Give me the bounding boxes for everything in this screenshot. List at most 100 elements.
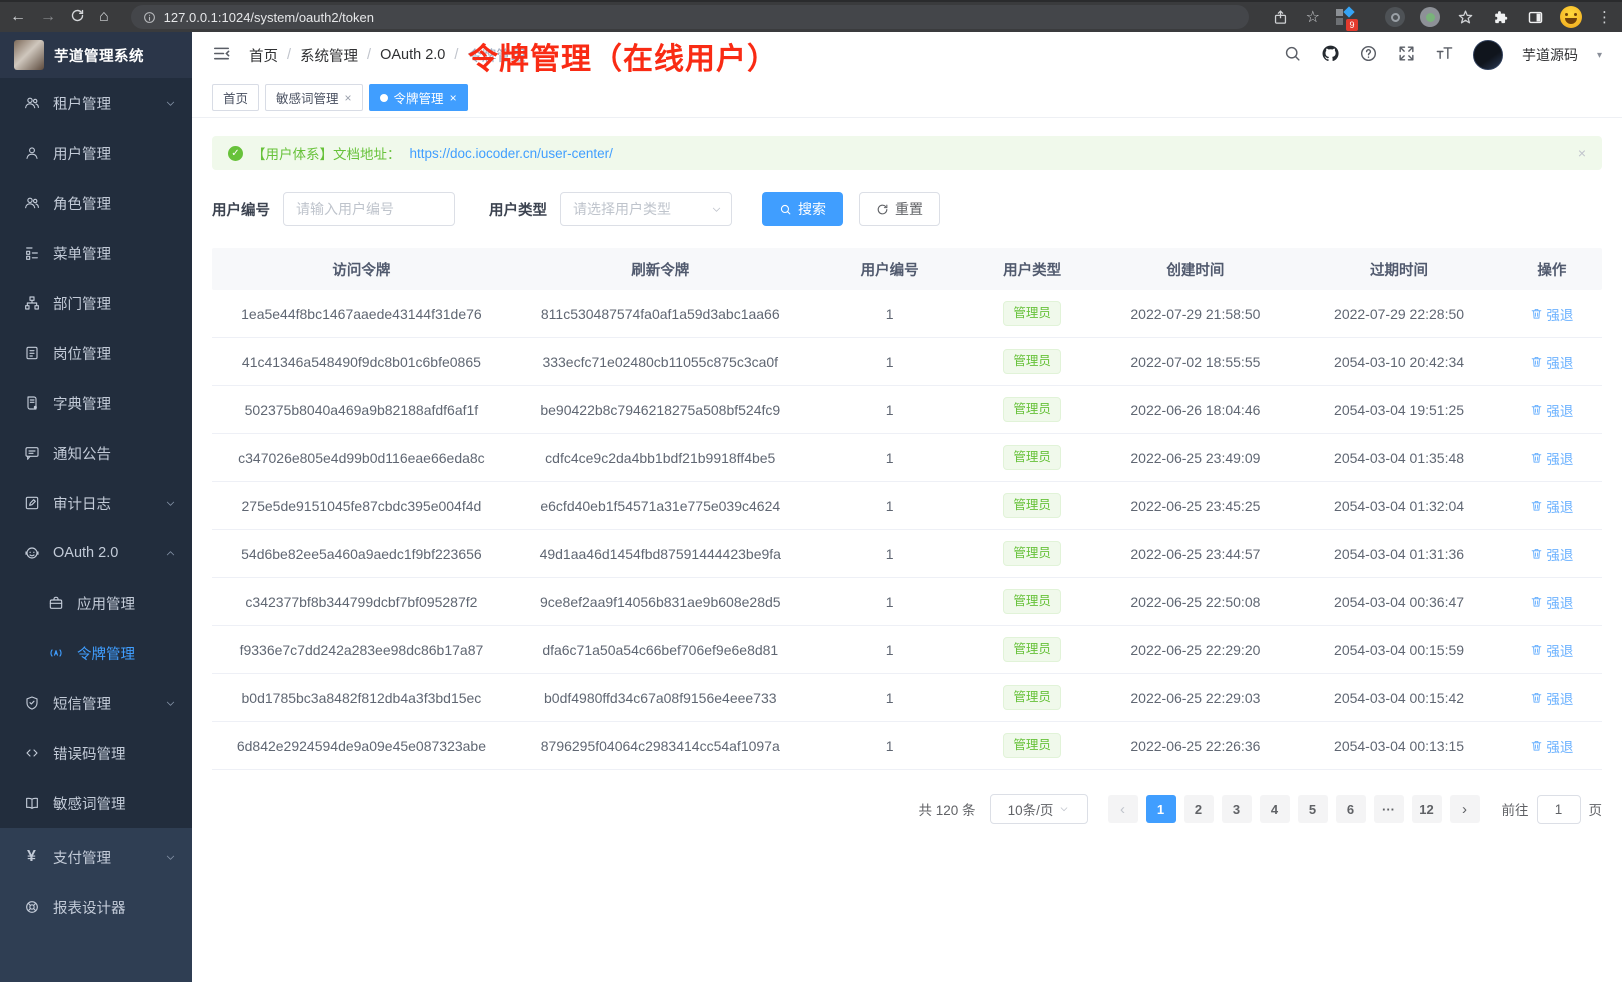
- address-bar[interactable]: 127.0.0.1:1024/system/oauth2/token: [131, 5, 1249, 29]
- breadcrumb-system[interactable]: 系统管理: [300, 45, 358, 66]
- access-token-cell: 502375b8040a469a9b82188afdf6af1f: [212, 402, 511, 418]
- access-token-cell: c347026e805e4d99b0d116eae66eda8c: [212, 450, 511, 466]
- tab-令牌管理[interactable]: 令牌管理 ×: [369, 84, 468, 111]
- tab-敏感词管理[interactable]: 敏感词管理×: [265, 84, 363, 111]
- sidebar-item-错误码管理[interactable]: 错误码管理: [0, 728, 192, 778]
- sidebar-item-字典管理[interactable]: 字典管理: [0, 378, 192, 428]
- reset-button[interactable]: 重置: [859, 192, 940, 226]
- site-info-icon[interactable]: [143, 11, 156, 24]
- sidebar-item-用户管理[interactable]: 用户管理: [0, 128, 192, 178]
- force-logout-button[interactable]: 强退: [1530, 544, 1573, 564]
- page-button-6[interactable]: 6: [1336, 795, 1366, 823]
- user-type-badge: 管理员: [1003, 301, 1061, 325]
- user-id-label: 用户编号: [212, 199, 270, 220]
- force-logout-button[interactable]: 强退: [1530, 352, 1573, 372]
- prev-page-button[interactable]: ‹: [1108, 795, 1138, 823]
- access-token-cell: 275e5de9151045fe87cbdc395e004f4d: [212, 498, 511, 514]
- breadcrumb-oauth[interactable]: OAuth 2.0: [380, 47, 445, 63]
- next-page-button[interactable]: ›: [1450, 795, 1480, 823]
- force-logout-button[interactable]: 强退: [1530, 736, 1573, 756]
- green-star-extension-icon[interactable]: [1455, 7, 1475, 27]
- extension-grid-icon[interactable]: 9: [1335, 7, 1355, 27]
- sidebar-item-label: 审计日志: [53, 493, 152, 514]
- browser-forward-icon[interactable]: →: [40, 9, 56, 25]
- page-ellipsis-button[interactable]: ···: [1374, 795, 1404, 823]
- goto-page-input[interactable]: [1537, 795, 1581, 824]
- force-logout-button[interactable]: 强退: [1530, 496, 1573, 516]
- alert-close-icon[interactable]: ×: [1578, 145, 1586, 161]
- font-size-icon[interactable]: [1435, 44, 1454, 66]
- tab-close-icon[interactable]: ×: [345, 92, 352, 104]
- side-panel-icon[interactable]: [1525, 7, 1545, 27]
- browser-reload-icon[interactable]: [70, 8, 85, 27]
- sidebar-item-角色管理[interactable]: 角色管理: [0, 178, 192, 228]
- user-name[interactable]: 芋道源码: [1522, 45, 1578, 65]
- sidebar-item-报表设计器[interactable]: 报表设计器: [0, 882, 192, 932]
- page-button-12[interactable]: 12: [1412, 795, 1442, 823]
- sms-icon: [23, 695, 40, 711]
- user-id-input[interactable]: [283, 192, 455, 226]
- user-caret-icon[interactable]: ▾: [1597, 50, 1602, 61]
- force-logout-button[interactable]: 强退: [1530, 400, 1573, 420]
- token-icon: [47, 645, 64, 661]
- tab-首页[interactable]: 首页: [212, 84, 259, 111]
- breadcrumb-home[interactable]: 首页: [249, 45, 278, 66]
- alert-doc-link[interactable]: https://doc.iocoder.cn/user-center/: [410, 146, 613, 161]
- browser-menu-icon[interactable]: ⋮: [1597, 8, 1612, 26]
- extension-badge: 9: [1346, 19, 1358, 31]
- force-logout-button[interactable]: 强退: [1530, 304, 1573, 324]
- browser-home-icon[interactable]: ⌂: [99, 9, 109, 25]
- user-avatar[interactable]: [1473, 40, 1503, 70]
- sidebar-item-label: 部门管理: [53, 293, 176, 314]
- github-icon[interactable]: [1321, 44, 1340, 66]
- puzzle-extensions-icon[interactable]: [1490, 7, 1510, 27]
- sidebar-item-租户管理[interactable]: 租户管理: [0, 78, 192, 128]
- help-icon[interactable]: [1359, 44, 1378, 66]
- sidebar-item-菜单管理[interactable]: 菜单管理: [0, 228, 192, 278]
- search-icon[interactable]: [1283, 44, 1302, 66]
- sidebar-item-部门管理[interactable]: 部门管理: [0, 278, 192, 328]
- page-button-3[interactable]: 3: [1222, 795, 1252, 823]
- sidebar-item-令牌管理[interactable]: 令牌管理: [0, 628, 192, 678]
- page-button-4[interactable]: 4: [1260, 795, 1290, 823]
- refresh-token-cell: be90422b8c7946218275a508bf524fc9: [511, 402, 810, 418]
- fullscreen-icon[interactable]: [1397, 44, 1416, 66]
- bookmark-star-icon[interactable]: ☆: [1306, 7, 1320, 27]
- page-button-5[interactable]: 5: [1298, 795, 1328, 823]
- gray-extension-icon[interactable]: [1420, 7, 1440, 27]
- action-cell: 强退: [1502, 352, 1602, 372]
- force-logout-button[interactable]: 强退: [1530, 592, 1573, 612]
- sidebar-item-支付管理[interactable]: ¥支付管理: [0, 832, 192, 882]
- sidebar-item-审计日志[interactable]: 审计日志: [0, 478, 192, 528]
- force-logout-button[interactable]: 强退: [1530, 688, 1573, 708]
- sidebar-item-通知公告[interactable]: 通知公告: [0, 428, 192, 478]
- dark-extension-icon[interactable]: [1385, 7, 1405, 27]
- sidebar-item-岗位管理[interactable]: 岗位管理: [0, 328, 192, 378]
- expire-time-cell: 2054-03-04 01:31:36: [1296, 546, 1502, 562]
- sidebar-item-OAuth 2.0[interactable]: OAuth 2.0: [0, 528, 192, 578]
- sidebar-fold-icon[interactable]: [212, 44, 231, 66]
- chevron-down-icon: [165, 98, 176, 109]
- profile-avatar-icon[interactable]: [1560, 6, 1582, 28]
- tab-label: 令牌管理: [394, 88, 444, 107]
- tab-close-icon[interactable]: ×: [450, 92, 457, 104]
- access-token-cell: 1ea5e44f8bc1467aaede43144f31de76: [212, 306, 511, 322]
- browser-back-icon[interactable]: ←: [10, 9, 26, 25]
- sidebar-item-短信管理[interactable]: 短信管理: [0, 678, 192, 728]
- sidebar-item-应用管理[interactable]: 应用管理: [0, 578, 192, 628]
- search-button[interactable]: 搜索: [762, 192, 843, 226]
- expire-time-cell: 2054-03-04 01:32:04: [1296, 498, 1502, 514]
- force-logout-button[interactable]: 强退: [1530, 448, 1573, 468]
- page-size-select[interactable]: 10条/页: [990, 794, 1088, 824]
- page-button-1[interactable]: 1: [1146, 795, 1176, 823]
- dict-icon: [23, 395, 40, 411]
- app-logo-row[interactable]: 芋道管理系统: [0, 32, 192, 78]
- page-button-2[interactable]: 2: [1184, 795, 1214, 823]
- share-icon[interactable]: [1271, 7, 1291, 27]
- force-logout-button[interactable]: 强退: [1530, 640, 1573, 660]
- token-table: 访问令牌刷新令牌用户编号用户类型创建时间过期时间操作 1ea5e44f8bc14…: [212, 248, 1602, 770]
- post-icon: [23, 345, 40, 361]
- sidebar-item-敏感词管理[interactable]: 敏感词管理: [0, 778, 192, 828]
- table-row: 275e5de9151045fe87cbdc395e004f4de6cfd40e…: [212, 482, 1602, 530]
- user-type-select[interactable]: 请选择用户类型: [560, 192, 732, 226]
